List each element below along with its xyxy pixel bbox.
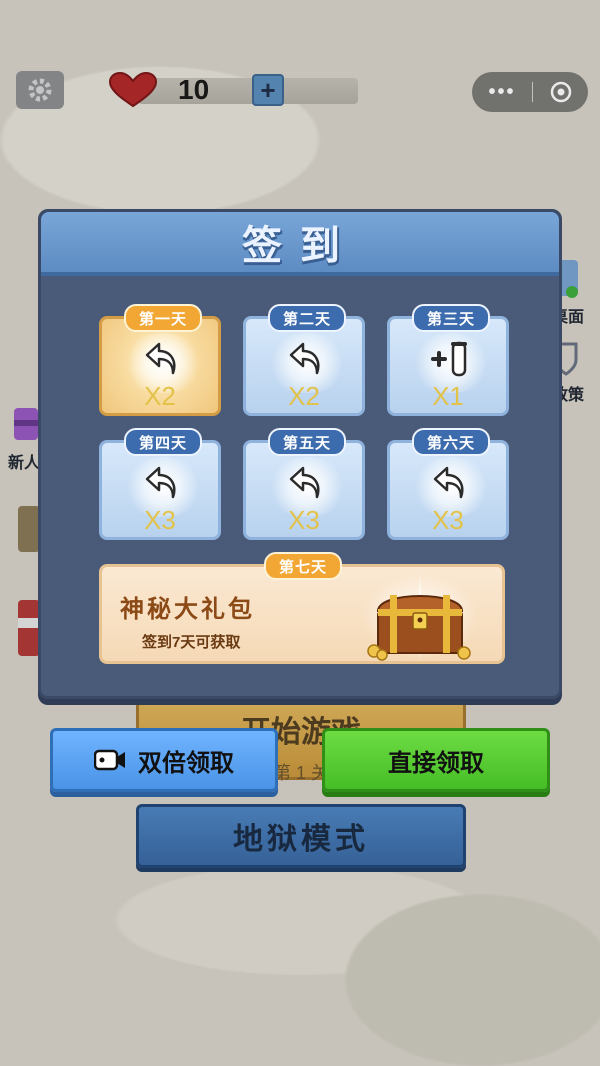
checkin-panel: 签到 第一天 X2 第二天 X2 第三天 X1 第四天 X3 第五天 X3 第六… bbox=[38, 209, 562, 699]
reward-multiplier: X2 bbox=[144, 381, 176, 411]
day-card-5[interactable]: 第五天 X3 bbox=[243, 428, 365, 540]
direct-claim-button[interactable]: 直接领取 bbox=[322, 728, 550, 792]
day-card-1[interactable]: 第一天 X2 bbox=[99, 304, 221, 416]
day-card-6[interactable]: 第六天 X3 bbox=[387, 428, 509, 540]
undo-arrow-icon bbox=[289, 466, 320, 499]
day-tag: 第五天 bbox=[268, 428, 346, 456]
checkin-header: 签到 bbox=[41, 212, 559, 276]
double-claim-label: 双倍领取 bbox=[138, 749, 234, 777]
undo-arrow-icon bbox=[145, 342, 176, 375]
day-tag: 第七天 bbox=[264, 552, 342, 580]
treasure-chest-icon bbox=[362, 573, 478, 661]
reward-multiplier: X3 bbox=[288, 505, 320, 535]
day-card-7[interactable]: 第七天 神秘大礼包 签到7天可获取 bbox=[99, 552, 505, 664]
day-tag: 第四天 bbox=[124, 428, 202, 456]
undo-arrow-icon bbox=[433, 466, 464, 499]
day-card-4[interactable]: 第四天 X3 bbox=[99, 428, 221, 540]
gift-title: 神秘大礼包 bbox=[120, 596, 255, 623]
undo-arrow-icon bbox=[145, 466, 176, 499]
reward-multiplier: X1 bbox=[432, 381, 464, 411]
video-camera-icon bbox=[94, 749, 125, 771]
checkin-title: 签到 bbox=[242, 224, 358, 268]
reward-multiplier: X3 bbox=[432, 505, 464, 535]
add-tube-icon bbox=[431, 341, 467, 377]
day-tag: 第一天 bbox=[124, 304, 202, 332]
day-card-3[interactable]: 第三天 X1 bbox=[387, 304, 509, 416]
reward-multiplier: X3 bbox=[144, 505, 176, 535]
double-claim-button[interactable]: 双倍领取 bbox=[50, 728, 278, 792]
day-tag: 第二天 bbox=[268, 304, 346, 332]
day-card-2[interactable]: 第二天 X2 bbox=[243, 304, 365, 416]
day-tag: 第六天 bbox=[412, 428, 490, 456]
undo-arrow-icon bbox=[289, 342, 320, 375]
gift-subtitle: 签到7天可获取 bbox=[142, 634, 241, 651]
reward-multiplier: X2 bbox=[288, 381, 320, 411]
day-tag: 第三天 bbox=[412, 304, 490, 332]
direct-claim-label: 直接领取 bbox=[388, 749, 484, 777]
